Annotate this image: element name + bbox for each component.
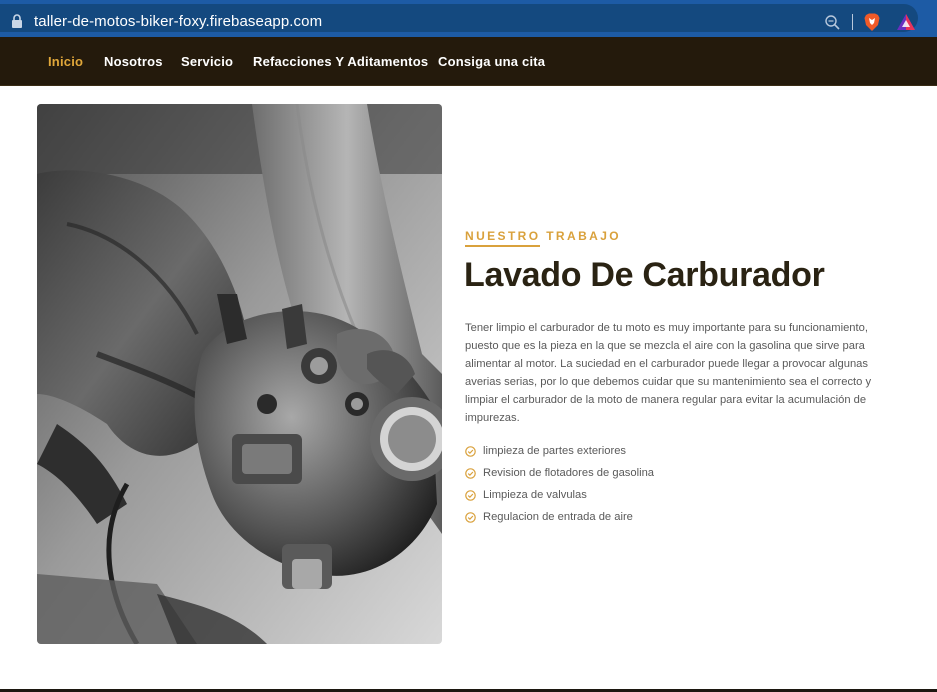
section-description: Tener limpio el carburador de tu moto es…: [465, 322, 872, 424]
lock-icon[interactable]: [11, 14, 23, 28]
section-title: Lavado De Carburador: [464, 256, 825, 294]
feature-item: Revision de flotadores de gasolina: [465, 462, 654, 484]
carburetor-photo: [37, 104, 442, 644]
address-bar[interactable]: taller-de-motos-biker-foxy.firebaseapp.c…: [0, 4, 918, 32]
feature-item: Regulacion de entrada de aire: [465, 506, 654, 528]
check-circle-icon: [465, 445, 476, 457]
nav-item-inicio[interactable]: Inicio: [48, 54, 83, 69]
nav-item-servicio[interactable]: Servicio: [181, 54, 233, 69]
check-circle-icon: [465, 511, 476, 523]
feature-item: Limpieza de valvulas: [465, 484, 654, 506]
browser-toolbar: taller-de-motos-biker-foxy.firebaseapp.c…: [0, 0, 937, 37]
eyebrow-underline: [465, 245, 540, 247]
section-eyebrow: NUESTRO TRABAJO: [465, 229, 622, 243]
feature-label: limpieza de partes exteriores: [483, 445, 627, 457]
check-circle-icon: [465, 489, 476, 501]
brave-rewards-icon[interactable]: [896, 13, 916, 31]
feature-label: Limpieza de valvulas: [483, 489, 587, 501]
nav-item-cita[interactable]: Consiga una cita: [438, 54, 545, 69]
feature-label: Regulacion de entrada de aire: [483, 511, 633, 523]
feature-item: limpieza de partes exteriores: [465, 440, 654, 462]
nav-item-refacciones[interactable]: Refacciones Y Aditamentos: [253, 54, 428, 69]
feature-list: limpieza de partes exteriores Revision d…: [465, 440, 654, 528]
brave-icon[interactable]: [862, 12, 882, 32]
zoom-icon[interactable]: [824, 14, 841, 31]
feature-label: Revision de flotadores de gasolina: [483, 467, 655, 479]
check-circle-icon: [465, 467, 476, 479]
nav-item-nosotros[interactable]: Nosotros: [104, 54, 163, 69]
main-navbar: Inicio Nosotros Servicio Refacciones Y A…: [0, 37, 937, 86]
url-text[interactable]: taller-de-motos-biker-foxy.firebaseapp.c…: [34, 13, 322, 30]
toolbar-separator: [852, 14, 853, 30]
